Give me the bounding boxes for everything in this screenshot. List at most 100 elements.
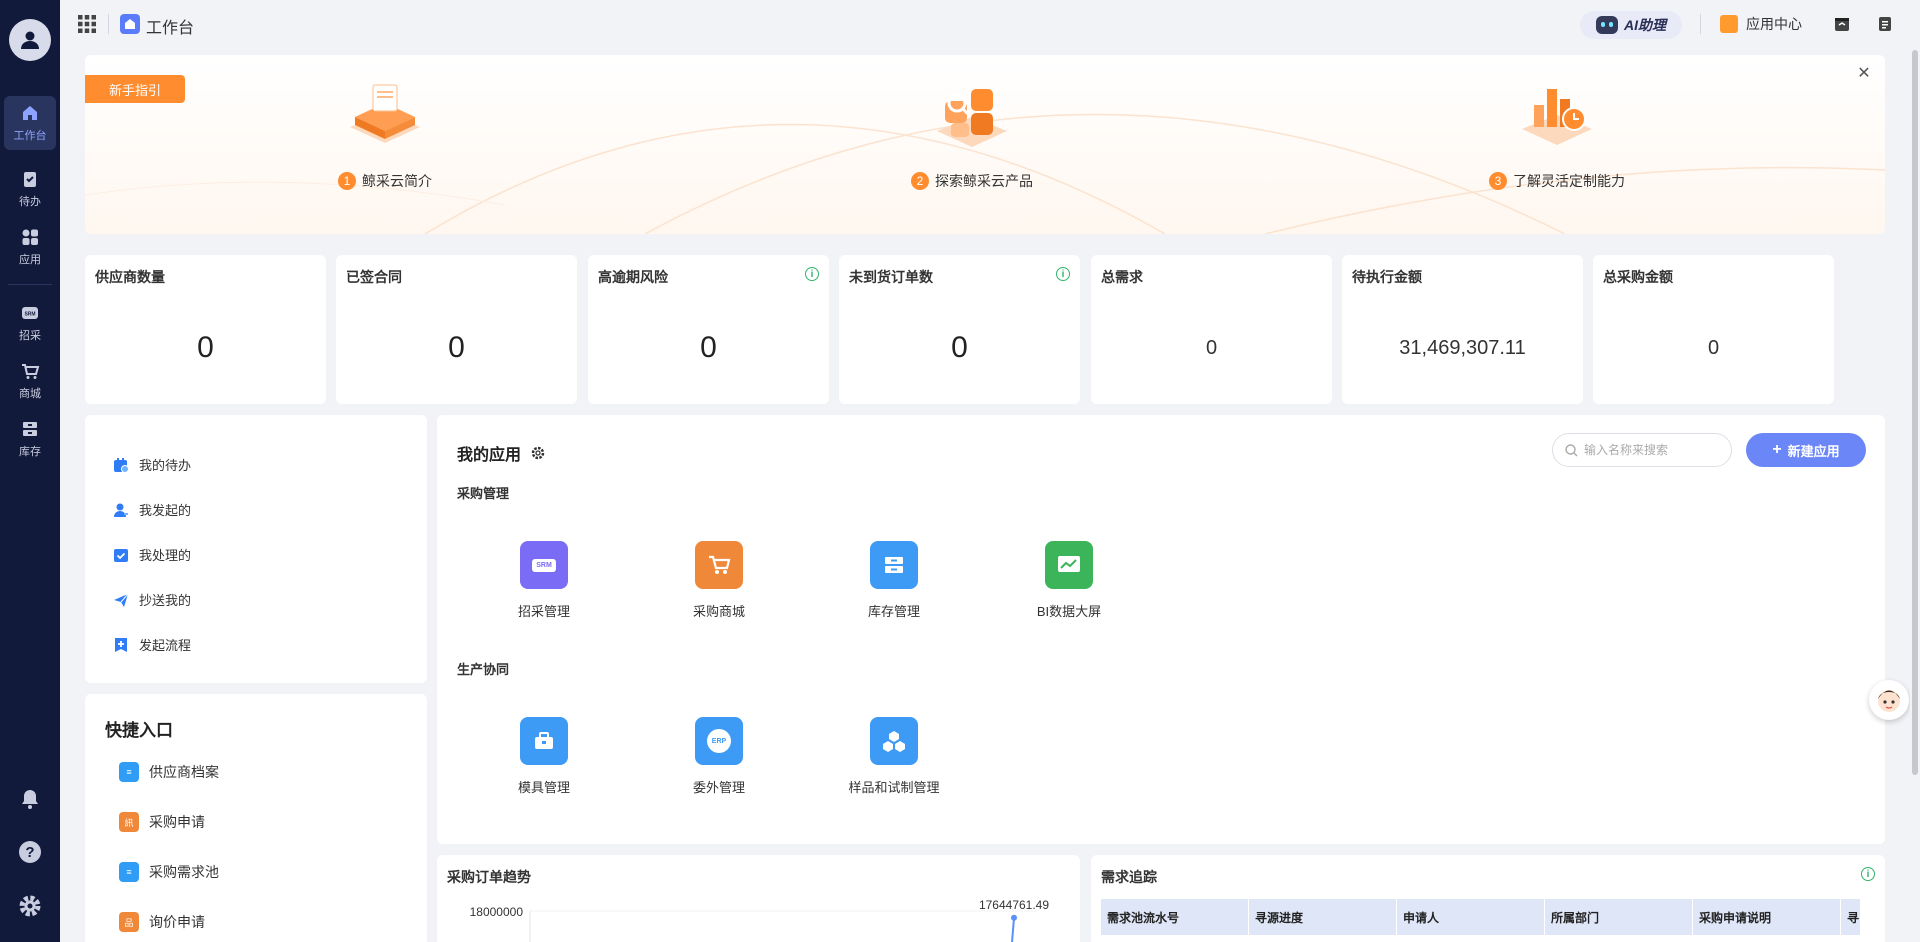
step-label: 了解灵活定制能力 (1513, 173, 1625, 189)
rail-item-apps[interactable]: 应用 (4, 220, 56, 274)
rail-item-mall[interactable]: 商城 (4, 354, 56, 408)
left-rail: 工作台 待办 应用 SRM 招采 商城 库存 ? (0, 0, 60, 942)
order-trend-chart: 18000000 17644761.49 (470, 898, 1049, 942)
guide-step-1[interactable]: 1 鲸采云简介 (285, 77, 485, 191)
stat-label: 已签合同 (346, 269, 402, 285)
quick-purchase-request[interactable]: 訊 采购申请 (119, 812, 205, 832)
table-header-row: 需求池流水号 寻源进度 申请人 所属部门 采购申请说明 寻 (1101, 899, 1861, 935)
table-header-cell[interactable]: 寻 (1841, 899, 1861, 935)
stat-card-signed-contracts[interactable]: 已签合同 0 (336, 255, 577, 404)
info-icon[interactable]: i (1056, 267, 1070, 281)
plus-icon: + (1772, 441, 1782, 458)
stat-label: 供应商数量 (95, 269, 165, 285)
todo-label: 我处理的 (139, 548, 192, 563)
app-purchase-mall[interactable]: 采购商城 (649, 541, 789, 620)
app-center-button[interactable]: 应用中心 (1720, 14, 1802, 34)
calendar-icon (114, 457, 129, 473)
app-search-input[interactable] (1584, 443, 1724, 457)
app-outsourcing-management[interactable]: ERP 委外管理 (649, 717, 789, 796)
todo-label: 我发起的 (139, 503, 192, 518)
app-grid-icon[interactable] (78, 15, 96, 33)
app-name: 采购商城 (692, 604, 745, 619)
y-tick-label: 18000000 (470, 905, 524, 919)
rail-item-inventory[interactable]: 库存 (4, 412, 56, 466)
rail-divider (8, 284, 52, 285)
gear-icon[interactable] (531, 446, 545, 460)
bell-icon[interactable] (18, 787, 42, 811)
new-app-button[interactable]: + 新建应用 (1746, 433, 1866, 467)
stat-label: 高逾期风险 (598, 269, 668, 285)
scrollbar-thumb[interactable] (1912, 50, 1918, 775)
stat-card-supplier-count[interactable]: 供应商数量 0 (85, 255, 326, 404)
cubes-icon (870, 717, 918, 765)
stat-value: 0 (1205, 337, 1218, 359)
quick-inquiry-request[interactable]: 品 询价申请 (119, 912, 205, 932)
rail-item-label: 库存 (19, 446, 41, 458)
rail-item-sourcing[interactable]: SRM 招采 (4, 296, 56, 350)
svg-text:SRM: SRM (24, 312, 35, 318)
top-bar: 工作台 AI助理 应用中心 (60, 0, 1920, 48)
help-icon[interactable]: ? (18, 840, 42, 864)
beginner-guide-tag: 新手指引 (85, 75, 185, 103)
rail-item-label: 待办 (19, 196, 41, 208)
rail-item-workbench[interactable]: 工作台 (4, 96, 56, 150)
stat-label: 总采购金额 (1603, 269, 1673, 285)
my-apps-title: 我的应用 (457, 441, 545, 465)
table-header-cell[interactable]: 采购申请说明 (1693, 899, 1841, 935)
user-avatar[interactable] (9, 19, 51, 61)
quick-supplier-profile[interactable]: ≡ 供应商档案 (119, 762, 219, 782)
clipboard-icon (24, 172, 36, 187)
ai-assistant-button[interactable]: AI助理 (1580, 11, 1682, 39)
table-header-cell[interactable]: 寻源进度 (1249, 899, 1397, 935)
info-icon[interactable]: i (805, 267, 819, 281)
home-icon (23, 106, 37, 120)
todo-initiated[interactable]: 我发起的 (113, 500, 191, 519)
line-chart-icon (1045, 541, 1093, 589)
guide-step-3[interactable]: 3 了解灵活定制能力 (1457, 77, 1657, 191)
assistant-face-icon (1878, 690, 1900, 712)
settings-icon[interactable] (18, 894, 42, 918)
step-label: 探索鲸采云产品 (935, 173, 1033, 189)
demand-tracking-title: 需求追踪 (1101, 869, 1157, 885)
explore-illustration-icon (937, 89, 1007, 147)
table-header-cell[interactable]: 需求池流水号 (1101, 899, 1249, 935)
assistant-avatar-button[interactable] (1869, 680, 1909, 720)
srm-icon: SRM (22, 307, 38, 319)
stat-card-total-purchase[interactable]: 总采购金额 0 (1593, 255, 1834, 404)
todo-processed[interactable]: 我处理的 (113, 545, 191, 564)
app-bi-dashboard[interactable]: BI数据大屏 (999, 541, 1139, 620)
todo-label: 发起流程 (139, 638, 192, 653)
demand-tracking-card: 需求追踪 i 需求池流水号 寻源进度 申请人 所属部门 采购申请说明 寻 (1091, 855, 1885, 942)
archive-icon[interactable] (1833, 15, 1851, 33)
cart-icon (695, 541, 743, 589)
guide-step-2[interactable]: 2 探索鲸采云产品 (872, 77, 1072, 191)
app-sample-trial-management[interactable]: 样品和试制管理 (824, 717, 964, 796)
stat-card-undelivered-orders[interactable]: 未到货订单数 i 0 (839, 255, 1080, 404)
vertical-scrollbar[interactable] (1910, 48, 1920, 942)
todo-start-process[interactable]: 发起流程 (113, 635, 191, 654)
table-header-cell[interactable]: 所属部门 (1545, 899, 1693, 935)
app-sourcing-management[interactable]: SRM 招采管理 (474, 541, 614, 620)
app-search-box[interactable] (1552, 433, 1732, 467)
app-inventory-management[interactable]: 库存管理 (824, 541, 964, 620)
document-icon: ≡ (119, 762, 139, 782)
stat-card-overdue-risk[interactable]: 高逾期风险 i 0 (588, 255, 829, 404)
document-icon[interactable] (1876, 15, 1894, 33)
stat-card-pending-amount[interactable]: 待执行金额 31,469,307.11 (1342, 255, 1583, 404)
quick-entry-title: 快捷入口 (105, 721, 173, 740)
table-header-cell[interactable]: 申请人 (1397, 899, 1545, 935)
todo-cc[interactable]: 抄送我的 (113, 590, 191, 609)
document-icon: ≡ (119, 862, 139, 882)
todo-my-pending[interactable]: 我的待办 (113, 455, 191, 474)
app-mold-management[interactable]: 模具管理 (474, 717, 614, 796)
stat-label: 未到货订单数 (849, 269, 933, 285)
quick-demand-pool[interactable]: ≡ 采购需求池 (119, 862, 219, 882)
info-icon[interactable]: i (1861, 867, 1875, 881)
paper-plane-icon (114, 593, 129, 607)
close-icon[interactable]: ✕ (1855, 65, 1873, 83)
quick-label: 采购需求池 (149, 864, 219, 880)
app-name: 委外管理 (692, 780, 745, 795)
stat-card-total-demand[interactable]: 总需求 0 (1091, 255, 1332, 404)
rail-item-todo[interactable]: 待办 (4, 162, 56, 216)
quick-label: 供应商档案 (149, 764, 219, 780)
